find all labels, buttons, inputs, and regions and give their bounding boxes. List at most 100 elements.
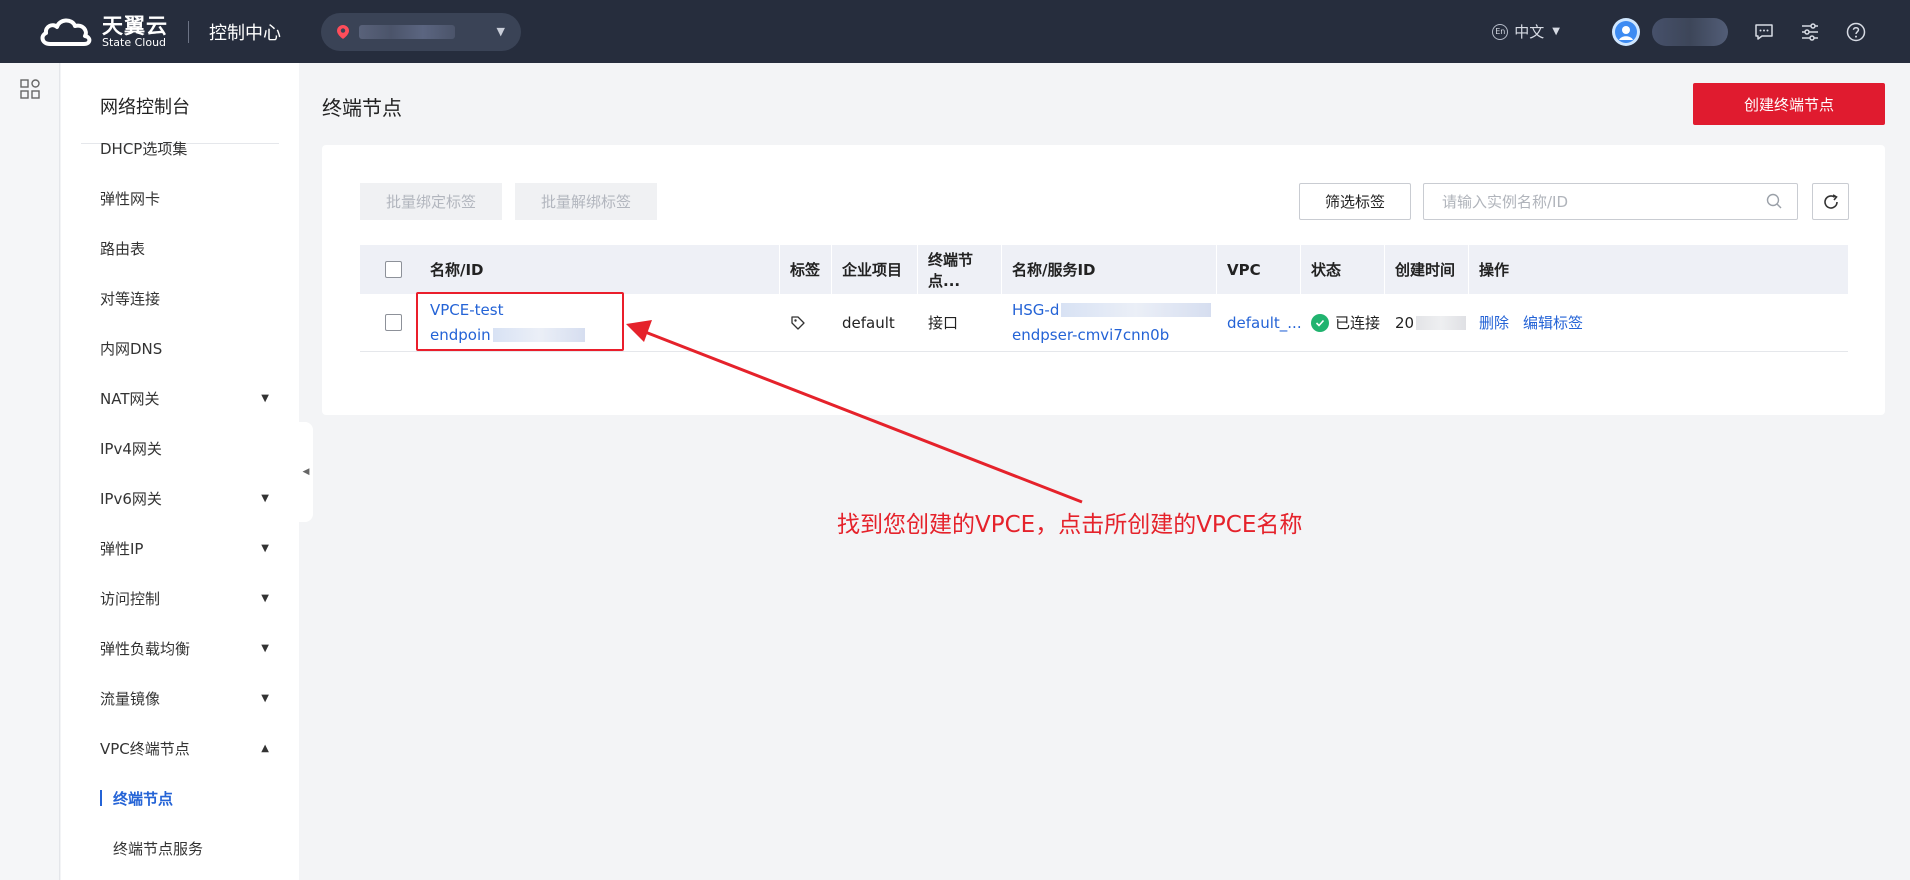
sidebar-item-ipv6-gateway[interactable]: IPv6网关 ▼ [61,473,299,523]
chevron-down-icon: ▼ [261,542,269,554]
header-endpoint-type[interactable]: 终端节点... [918,245,1002,294]
region-name-redacted [359,24,455,39]
sidebar-item-vpc-endpoint[interactable]: VPC终端节点 ▲ [61,723,299,773]
service-name[interactable]: HSG-d [1012,298,1212,323]
language-switcher[interactable]: En 中文 ▼ [1492,21,1560,42]
header-created-time: 创建时间 [1385,245,1469,294]
sidebar-collapse-toggle[interactable]: ◀ [299,422,313,522]
row-service: HSG-d endpser-cmvi7cnn0b [1002,294,1217,351]
edit-tags-action[interactable]: 编辑标签 [1523,312,1583,333]
logo[interactable]: 天翼云 State Cloud [38,14,168,50]
sidebar: 网络控制台 DHCP选项集 弹性网卡 路由表 对等连接 内网DNS NAT网关 ▼… [61,63,299,880]
message-icon[interactable] [1754,22,1774,42]
row-created-time: 20 [1385,294,1469,351]
sidebar-item-label: IPv4网关 [100,439,162,458]
chevron-left-icon: ◀ [302,467,310,477]
sidebar-item-dhcp[interactable]: DHCP选项集 [61,129,299,159]
user-avatar-icon [1615,20,1637,43]
chevron-down-icon: ▼ [261,642,269,654]
sidebar-nav: DHCP选项集 弹性网卡 路由表 对等连接 内网DNS NAT网关 ▼ IPv4网… [61,140,299,873]
sidebar-item-private-dns[interactable]: 内网DNS [61,323,299,373]
sidebar-subitem-endpoint-service[interactable]: 终端节点服务 [61,823,299,873]
sidebar-item-label: DHCP选项集 [100,140,188,158]
refresh-icon [1823,193,1838,209]
language-icon: En [1492,23,1509,40]
chevron-down-icon: ▼ [261,492,269,504]
top-bar: 天翼云 State Cloud 控制中心 ▼ En 中文 ▼ [0,0,1910,63]
sidebar-subitem-endpoint[interactable]: 终端节点 [61,773,299,823]
endpoint-list-card: 批量绑定标签 批量解绑标签 筛选标签 名称/ID 标签 企业项目 终端节点...… [322,145,1885,415]
row-endpoint-type: 接口 [928,314,959,332]
row-status: 已连接 [1301,294,1385,351]
chevron-down-icon: ▼ [496,25,505,38]
row-enterprise-project: default [842,313,895,332]
row-tags [780,294,832,351]
cloud-logo-icon [40,18,92,46]
sidebar-item-label: 弹性IP [100,539,144,558]
header-enterprise-project: 企业项目 [832,245,918,294]
sidebar-item-peering[interactable]: 对等连接 [61,273,299,323]
sidebar-item-traffic-mirror[interactable]: 流量镜像 ▼ [61,673,299,723]
language-label: 中文 [1514,23,1545,41]
header-select-cell [360,245,420,294]
header-tags: 标签 [780,245,832,294]
header-name-id[interactable]: 名称/ID [420,245,780,294]
search-input[interactable] [1423,183,1798,220]
sidebar-item-label: 弹性负载均衡 [100,639,191,658]
region-selector[interactable]: ▼ [321,12,521,51]
header-vpc: VPC [1217,245,1301,294]
row-select-cell [360,294,420,351]
row-actions: 删除 编辑标签 [1469,294,1848,351]
help-icon[interactable] [1846,22,1866,42]
vpc-link[interactable]: default_... [1227,314,1302,332]
row-checkbox[interactable] [385,314,402,331]
created-time-redacted [1416,315,1467,330]
sidebar-item-eip[interactable]: 弹性IP ▼ [61,523,299,573]
search-icon[interactable] [1766,193,1782,209]
batch-bind-tag-button[interactable]: 批量绑定标签 [360,183,502,220]
sidebar-item-label: VPC终端节点 [100,739,190,758]
console-title[interactable]: 控制中心 [209,19,281,45]
delete-action[interactable]: 删除 [1479,312,1509,333]
table-header: 名称/ID 标签 企业项目 终端节点... 名称/服务ID VPC 状态 创建时… [360,245,1848,294]
header-status: 状态 [1301,245,1385,294]
service-name-redacted [1061,303,1212,317]
logo-text-cn: 天翼云 [102,13,168,38]
select-all-checkbox[interactable] [385,261,402,278]
sidebar-item-ipv4-gateway[interactable]: IPv4网关 [61,423,299,473]
refresh-button[interactable] [1812,183,1849,220]
sidebar-item-route-table[interactable]: 路由表 [61,223,299,273]
batch-unbind-tag-button[interactable]: 批量解绑标签 [515,183,657,220]
sidebar-subitem-label: 终端节点 [113,789,174,808]
username-redacted[interactable] [1652,17,1728,46]
chevron-down-icon: ▼ [261,692,269,704]
sidebar-item-label: 内网DNS [100,339,163,358]
avatar[interactable] [1612,17,1640,46]
sidebar-item-label: 路由表 [100,239,146,258]
filter-tag-button[interactable]: 筛选标签 [1299,183,1411,220]
sidebar-item-access-control[interactable]: 访问控制 ▼ [61,573,299,623]
sidebar-item-label: IPv6网关 [100,489,162,508]
header-actions: 操作 [1479,261,1510,279]
location-pin-icon [337,24,349,39]
tag-icon[interactable] [790,315,806,331]
logo-text-en: State Cloud [102,35,167,49]
sidebar-item-eni[interactable]: 弹性网卡 [61,173,299,223]
header-service-name-id: 名称/服务ID [1002,245,1217,294]
service-id: endpser-cmvi7cnn0b [1012,325,1170,344]
service-name-prefix: HSG-d [1012,300,1060,319]
sidebar-item-nat[interactable]: NAT网关 ▼ [61,373,299,423]
chevron-down-icon: ▼ [261,392,269,404]
chevron-up-icon: ▲ [261,742,269,754]
check-circle-icon [1311,313,1329,332]
sidebar-item-label: NAT网关 [100,389,160,408]
row-vpc: default_... [1217,294,1302,351]
annotation-text: 找到您创建的VPCE，点击所创建的VPCE名称 [837,512,1303,538]
sidebar-item-elb[interactable]: 弹性负载均衡 ▼ [61,623,299,673]
sidebar-item-label: 对等连接 [100,289,161,308]
chevron-down-icon: ▼ [1552,26,1560,37]
create-endpoint-button[interactable]: 创建终端节点 [1693,83,1885,125]
apps-grid-icon[interactable] [20,79,40,99]
settings-sliders-icon[interactable] [1800,22,1820,42]
page-title: 终端节点 [322,96,402,120]
